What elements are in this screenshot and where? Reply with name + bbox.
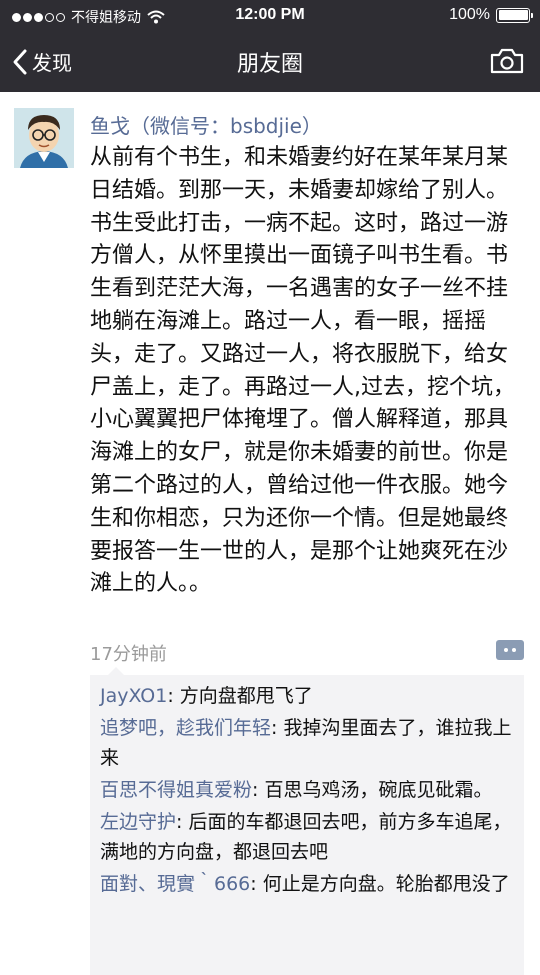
camera-icon bbox=[490, 48, 524, 74]
status-right: 100% bbox=[449, 6, 533, 24]
comment-item[interactable]: 左边守护: 后面的车都退回去吧，前方多车追尾，满地的方向盘，都退回去吧 bbox=[100, 807, 514, 867]
comments-list: JayXO1: 方向盘都甩飞了 追梦吧，趁我们年轻: 我掉沟里面去了，谁拉我上来… bbox=[90, 675, 524, 975]
comment-author[interactable]: 追梦吧，趁我们年轻 bbox=[100, 717, 271, 739]
comment-author[interactable]: 左边守护 bbox=[100, 811, 176, 833]
comment-button[interactable] bbox=[496, 640, 524, 660]
battery-fill bbox=[498, 10, 528, 20]
comment-item[interactable]: 追梦吧，趁我们年轻: 我掉沟里面去了，谁拉我上来 bbox=[100, 713, 514, 773]
comment-author[interactable]: 百思不得姐真爱粉 bbox=[100, 779, 252, 801]
comment-author[interactable]: JayXO1 bbox=[100, 685, 167, 707]
moments-post: 鱼戈（微信号：bsbdjie） 从前有个书生，和未婚妻约好在某年某月某日结婚。到… bbox=[0, 92, 540, 975]
comment-text: 何止是方向盘。轮胎都甩没了 bbox=[262, 873, 510, 895]
cartoon-avatar-icon bbox=[14, 108, 74, 168]
comment-item[interactable]: JayXO1: 方向盘都甩飞了 bbox=[100, 681, 514, 711]
comments-pointer bbox=[108, 667, 124, 675]
comment-item[interactable]: 面對、現實｀666: 何止是方向盘。轮胎都甩没了 bbox=[100, 869, 514, 899]
battery-icon bbox=[496, 7, 533, 23]
post-text: 从前有个书生，和未婚妻约好在某年某月某日结婚。到那一天，未婚妻却嫁给了别人。书生… bbox=[90, 145, 515, 597]
camera-button[interactable] bbox=[490, 48, 524, 78]
comment-item[interactable]: 百思不得姐真爱粉: 百思乌鸡汤，碗底见砒霜。 bbox=[100, 775, 514, 805]
avatar[interactable] bbox=[14, 108, 74, 168]
post-time: 17分钟前 bbox=[90, 644, 167, 665]
comment-author[interactable]: 面對、現實｀666 bbox=[100, 873, 250, 895]
nav-bar: 发现 朋友圈 bbox=[0, 32, 540, 92]
more-dots-icon bbox=[504, 648, 516, 652]
comment-text: 方向盘都甩飞了 bbox=[179, 685, 313, 707]
battery-percentage: 100% bbox=[449, 6, 490, 23]
status-bar: 不得姐移动 12:00 PM 100% bbox=[0, 0, 540, 32]
author-name[interactable]: 鱼戈（微信号：bsbdjie） bbox=[90, 110, 322, 139]
comment-text: 百思乌鸡汤，碗底见砒霜。 bbox=[264, 779, 493, 801]
page-title: 朋友圈 bbox=[236, 52, 303, 77]
